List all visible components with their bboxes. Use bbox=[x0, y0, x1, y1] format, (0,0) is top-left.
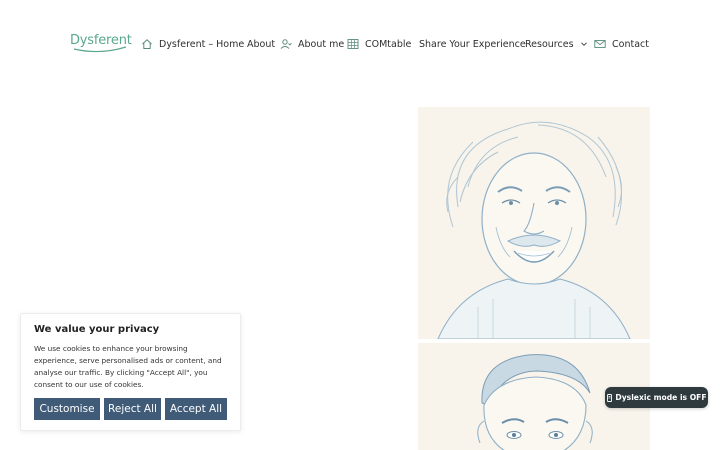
nav-contact[interactable]: Contact bbox=[594, 36, 649, 52]
home-icon bbox=[142, 39, 152, 49]
nav-about[interactable]: About bbox=[247, 36, 275, 52]
dyslexic-mode-toggle[interactable]: Dyslexic mode is OFF bbox=[605, 387, 708, 408]
site-logo[interactable]: Dysferent bbox=[70, 33, 132, 55]
logo-swoosh bbox=[73, 46, 127, 53]
cookie-consent-banner: We value your privacy We use cookies to … bbox=[20, 313, 241, 431]
nav-comtable[interactable]: COMtable bbox=[347, 36, 411, 52]
nav-share-experience-label: Share Your Experience bbox=[419, 38, 526, 50]
nav-share-experience[interactable]: Share Your Experience bbox=[419, 36, 526, 52]
nav-about-me[interactable]: About me bbox=[280, 36, 344, 52]
nav-home-label: Dysferent – Home bbox=[159, 38, 245, 50]
user-icon bbox=[280, 39, 292, 49]
pencil-icon bbox=[607, 393, 613, 402]
nav-home[interactable]: Dysferent – Home bbox=[141, 36, 244, 52]
nav-resources-label: Resources bbox=[525, 38, 574, 50]
sketch-portrait-image bbox=[418, 107, 650, 339]
chevron-down-icon bbox=[580, 42, 587, 47]
dyslexic-mode-label: Dyslexic mode is OFF bbox=[615, 393, 707, 402]
cookie-description: We use cookies to enhance your browsing … bbox=[34, 344, 222, 389]
nav-resources[interactable]: Resources bbox=[525, 36, 588, 52]
nav-comtable-label: COMtable bbox=[365, 38, 412, 50]
nav-contact-label: Contact bbox=[612, 38, 649, 50]
mail-icon bbox=[594, 40, 606, 48]
site-header: Dysferent Dysferent – Home About About m… bbox=[0, 0, 720, 88]
cookie-title: We value your privacy bbox=[34, 324, 160, 335]
nav-about-me-label: About me bbox=[298, 38, 345, 50]
customise-button[interactable]: Customise bbox=[34, 398, 100, 420]
nav-about-label: About bbox=[247, 38, 276, 50]
table-icon bbox=[347, 39, 359, 49]
reject-all-button[interactable]: Reject All bbox=[104, 398, 161, 420]
accept-all-button[interactable]: Accept All bbox=[165, 398, 227, 420]
